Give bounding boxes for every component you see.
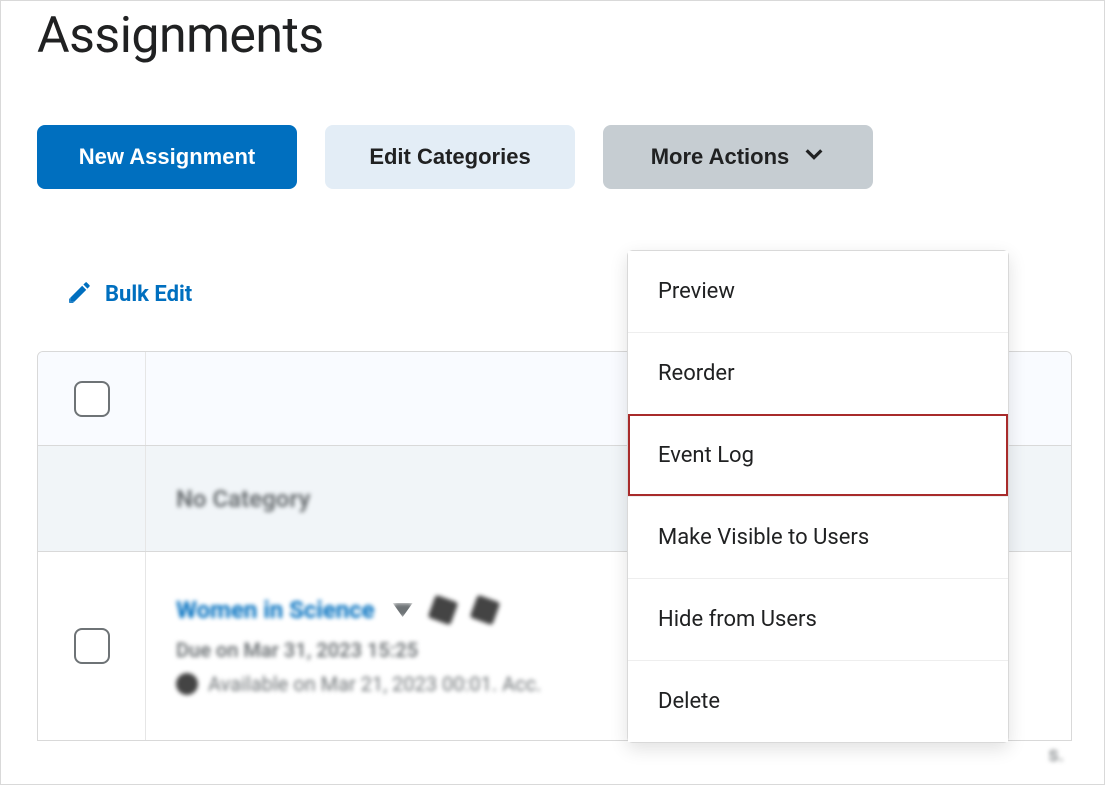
dropdown-item-reorder[interactable]: Reorder bbox=[628, 332, 1008, 414]
draft-icon bbox=[469, 595, 500, 626]
more-actions-dropdown: Preview Reorder Event Log Make Visible t… bbox=[627, 250, 1009, 743]
select-all-cell bbox=[38, 352, 146, 445]
pin-icon bbox=[427, 595, 458, 626]
pencil-icon bbox=[67, 279, 93, 309]
page-title: Assignments bbox=[37, 7, 1072, 65]
select-all-checkbox[interactable] bbox=[74, 381, 110, 417]
new-assignment-label: New Assignment bbox=[79, 144, 255, 170]
clock-icon bbox=[176, 673, 198, 695]
more-actions-button[interactable]: More Actions bbox=[603, 125, 873, 189]
edit-categories-label: Edit Categories bbox=[369, 144, 530, 170]
dropdown-item-delete[interactable]: Delete bbox=[628, 660, 1008, 742]
action-buttons: New Assignment Edit Categories More Acti… bbox=[37, 125, 1072, 189]
assignment-link[interactable]: Women in Science bbox=[176, 596, 375, 624]
bulk-edit-link[interactable]: Bulk Edit bbox=[105, 282, 192, 307]
dropdown-item-preview[interactable]: Preview bbox=[628, 251, 1008, 332]
edit-categories-button[interactable]: Edit Categories bbox=[325, 125, 575, 189]
dropdown-item-make-visible[interactable]: Make Visible to Users bbox=[628, 496, 1008, 578]
availability-trail-text: s. bbox=[1048, 742, 1064, 766]
dropdown-item-hide[interactable]: Hide from Users bbox=[628, 578, 1008, 660]
new-assignment-button[interactable]: New Assignment bbox=[37, 125, 297, 189]
dropdown-item-event-log[interactable]: Event Log bbox=[628, 414, 1008, 496]
row-checkbox[interactable] bbox=[74, 628, 110, 664]
row-checkbox-cell bbox=[38, 552, 146, 740]
chevron-down-icon bbox=[803, 143, 825, 171]
category-checkbox-cell bbox=[38, 446, 146, 551]
assignment-availability-text: Available on Mar 21, 2023 00:01. Acc. bbox=[208, 672, 541, 696]
chevron-down-icon[interactable] bbox=[393, 603, 413, 617]
more-actions-label: More Actions bbox=[651, 144, 790, 170]
